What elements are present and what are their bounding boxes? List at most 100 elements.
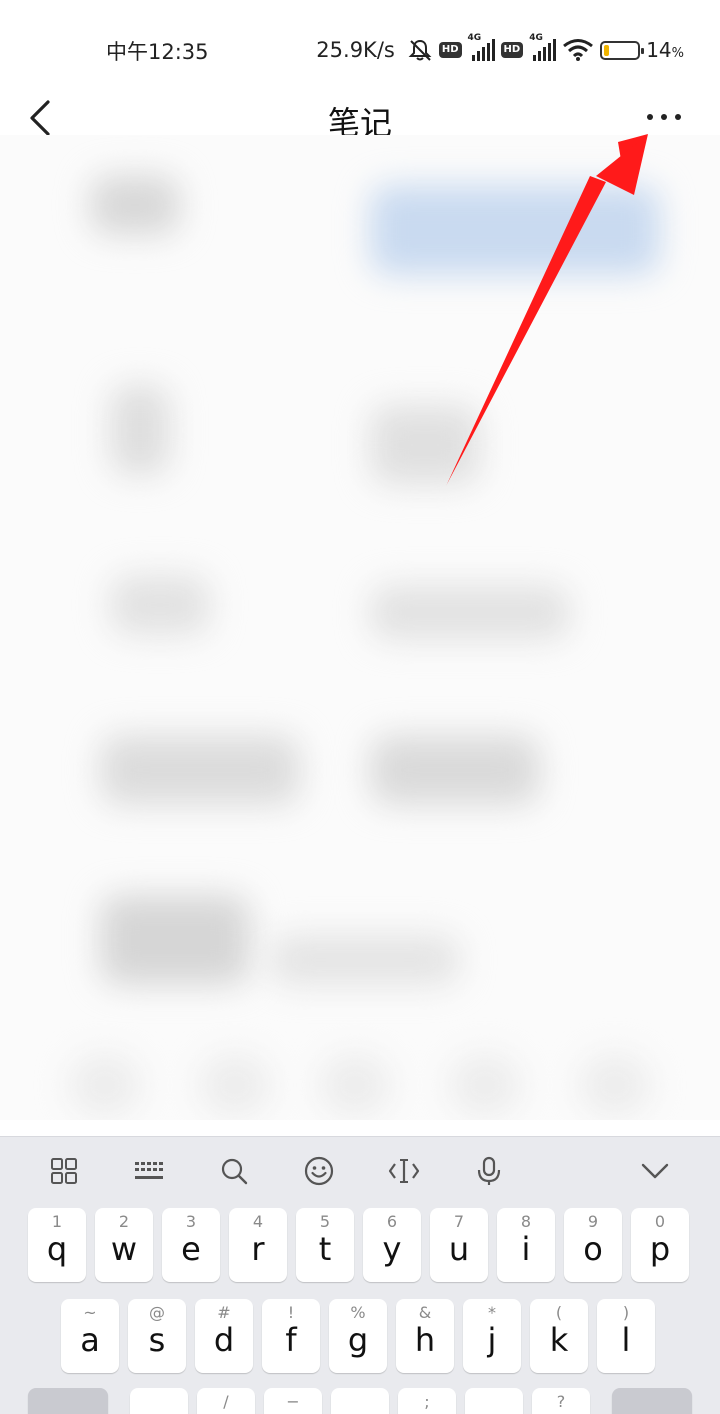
key-char: j: [487, 1321, 497, 1359]
key-hint: %: [350, 1303, 366, 1322]
key-row-1: 1q 2w 3e 4r 5t 6y 7u 8i 9o 0p: [0, 1208, 720, 1282]
blurred-block: [110, 385, 170, 475]
key-char: d: [213, 1321, 235, 1359]
key-t[interactable]: 5t: [296, 1208, 354, 1282]
blurred-block: [370, 405, 480, 485]
key-char: a: [80, 1321, 100, 1359]
hd-badge-2: HD: [500, 42, 524, 58]
battery-fill: [604, 44, 609, 56]
key-o[interactable]: 9o: [564, 1208, 622, 1282]
key-m[interactable]: ?: [532, 1388, 590, 1414]
network-speed: 25.9K/s: [316, 38, 395, 62]
keyboard-icon: [135, 1162, 163, 1179]
key-char: u: [448, 1230, 470, 1268]
soft-keyboard: 1q 2w 3e 4r 5t 6y 7u 8i 9o 0p ~ a @ s # d !…: [0, 1136, 720, 1414]
key-char: s: [148, 1321, 166, 1359]
key-hint: *: [488, 1303, 496, 1322]
key-hint: ?: [556, 1392, 566, 1411]
blurred-icon: [70, 1055, 140, 1115]
more-dots-icon: [647, 114, 653, 120]
more-options-button[interactable]: [634, 102, 694, 132]
cursor-control-button[interactable]: [384, 1151, 424, 1191]
status-time: 中午12:35: [106, 40, 209, 64]
blurred-icon: [450, 1055, 520, 1115]
more-dot: [675, 114, 681, 120]
key-hint: −: [286, 1392, 300, 1411]
blurred-block: [370, 735, 540, 805]
key-hint: 9: [587, 1212, 599, 1231]
keyboard-layout-button[interactable]: [129, 1151, 169, 1191]
key-h[interactable]: & h: [396, 1299, 454, 1373]
search-button[interactable]: [214, 1151, 254, 1191]
battery-value: 14: [646, 38, 672, 62]
key-u[interactable]: 7u: [430, 1208, 488, 1282]
keyboard-toolbar: [0, 1137, 720, 1203]
grid-menu-button[interactable]: [44, 1151, 84, 1191]
key-shift[interactable]: [28, 1388, 108, 1414]
key-x[interactable]: /: [197, 1388, 255, 1414]
signal-icon-2: 4G: [529, 33, 557, 61]
blurred-block: [100, 735, 300, 805]
blurred-block: [90, 175, 180, 235]
status-bar: 中午12:35 25.9K/s HD 4G HD 4G 14%: [0, 0, 720, 90]
key-hint: ~: [83, 1303, 97, 1322]
cursor-icon: [388, 1159, 420, 1183]
key-hint: #: [217, 1303, 231, 1322]
blurred-block: [110, 575, 210, 635]
key-row-2: ~ a @ s # d ! f % g & h * j (k ) l: [0, 1299, 720, 1373]
key-hint: 7: [453, 1212, 465, 1231]
key-hint: @: [149, 1303, 165, 1322]
key-char: o: [583, 1230, 603, 1268]
key-p[interactable]: 0p: [631, 1208, 689, 1282]
key-e[interactable]: 3e: [162, 1208, 220, 1282]
blurred-block: [270, 935, 460, 985]
key-char: t: [318, 1230, 332, 1268]
key-f[interactable]: ! f: [262, 1299, 320, 1373]
voice-input-button[interactable]: [469, 1151, 509, 1191]
network-type-label: 4G: [467, 33, 482, 43]
microphone-icon: [477, 1156, 501, 1185]
network-type-label-2: 4G: [529, 33, 543, 43]
key-y[interactable]: 6y: [363, 1208, 421, 1282]
key-char: e: [181, 1230, 201, 1268]
blurred-block: [100, 895, 250, 985]
key-a[interactable]: ~ a: [61, 1299, 119, 1373]
key-q[interactable]: 1q: [28, 1208, 86, 1282]
key-c[interactable]: −: [264, 1388, 322, 1414]
key-row-3: / − ; ?: [0, 1388, 720, 1414]
key-hint: /: [223, 1392, 229, 1411]
key-hint: 1: [51, 1212, 63, 1231]
key-i[interactable]: 8i: [497, 1208, 555, 1282]
grid-icon: [51, 1158, 77, 1184]
key-backspace[interactable]: [612, 1388, 692, 1414]
key-w[interactable]: 2w: [95, 1208, 153, 1282]
key-v[interactable]: [331, 1388, 389, 1414]
key-g[interactable]: % g: [329, 1299, 387, 1373]
key-z[interactable]: [130, 1388, 188, 1414]
key-hint: ): [622, 1303, 630, 1322]
emoji-button[interactable]: [299, 1151, 339, 1191]
key-char: r: [251, 1230, 265, 1268]
collapse-icon: [641, 1163, 669, 1179]
battery-percentage: 14%: [646, 38, 684, 62]
key-k[interactable]: (k: [530, 1299, 588, 1373]
key-n[interactable]: [465, 1388, 523, 1414]
key-j[interactable]: * j: [463, 1299, 521, 1373]
key-char: p: [649, 1230, 671, 1268]
mute-icon: [408, 39, 432, 61]
key-hint: &: [418, 1303, 432, 1322]
key-b[interactable]: ;: [398, 1388, 456, 1414]
key-char: l: [621, 1321, 631, 1359]
key-r[interactable]: 4r: [229, 1208, 287, 1282]
key-d[interactable]: # d: [195, 1299, 253, 1373]
emoji-icon: [304, 1156, 334, 1186]
status-indicators: 25.9K/s HD 4G HD 4G 14%: [316, 33, 684, 66]
key-l[interactable]: ) l: [597, 1299, 655, 1373]
wifi-icon: [563, 39, 594, 61]
signal-icon: 4G: [468, 33, 495, 61]
key-hint: ;: [424, 1392, 430, 1411]
blurred-notes-content: [0, 135, 720, 1120]
battery-unit: %: [671, 46, 684, 61]
key-s[interactable]: @ s: [128, 1299, 186, 1373]
collapse-keyboard-button[interactable]: [635, 1151, 675, 1191]
